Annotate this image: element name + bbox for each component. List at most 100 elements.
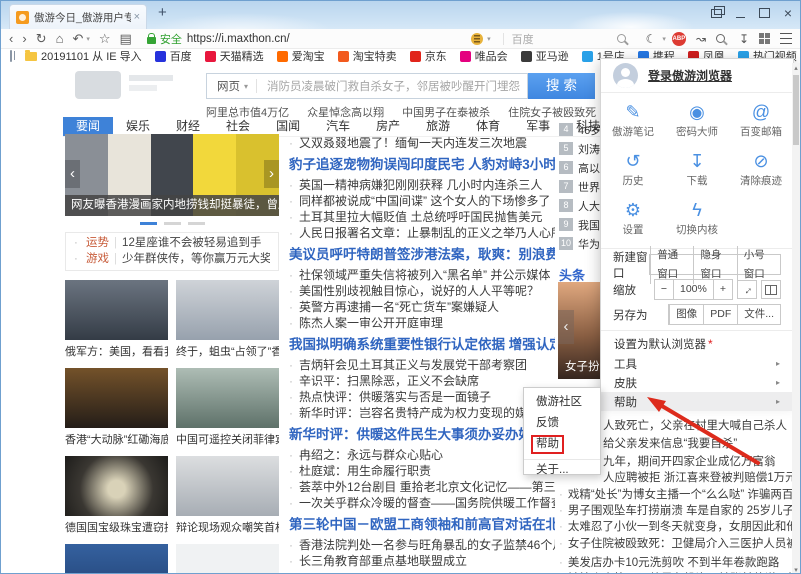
carousel-dot[interactable] (188, 222, 205, 225)
undo-dropdown-icon[interactable]: ▾ (86, 35, 90, 43)
news-line[interactable]: 人应聘被拒 浙江喜来登被判赔偿1万元 (603, 471, 793, 485)
news-line[interactable]: 男子围观坠车打捞崩溃 车是自家的 25岁儿子溺亡 (559, 504, 793, 518)
notice-line[interactable]: 游戏|少年群侠传，等你赢万元大奖！ (74, 252, 270, 268)
headline-link[interactable]: 荟萃中外12台剧目 重拾老北京文化记忆——第三届老舍戏… (289, 479, 555, 495)
photo-card[interactable] (65, 544, 168, 574)
hot-search-link[interactable]: 众星悼念高以翔 (307, 104, 384, 118)
save-as-option-button[interactable]: 文件... (737, 305, 780, 324)
bookmark-item[interactable]: 亚马逊 (521, 49, 569, 63)
news-tab[interactable]: 体育 (463, 117, 513, 136)
maximize-button[interactable] (759, 8, 770, 18)
bookmark-item[interactable]: 百度 (155, 49, 192, 63)
tab-close-icon[interactable]: × (134, 11, 140, 23)
back-icon[interactable]: ‹ (9, 30, 13, 48)
headline-link[interactable]: 热点快评：供暖落实与否是一面镜子 (289, 389, 555, 405)
favorite-star-icon[interactable]: ☆ (99, 30, 111, 48)
carousel-next-icon[interactable]: › (264, 160, 279, 188)
headline-link[interactable]: 土耳其里拉大幅贬值 土总统呼吁国民抛售美元 (289, 209, 555, 225)
search-button[interactable]: 搜索 (528, 73, 595, 99)
headline-link[interactable]: 冉绍之：永远与群众心贴心 (289, 447, 555, 463)
window-option-button[interactable]: 普通窗口 (650, 246, 693, 284)
minimize-button[interactable] (736, 9, 745, 18)
photo-card[interactable]: 德国国宝级珠宝遭窃损失或… (65, 456, 168, 535)
save-as-option-button[interactable]: 图像 (669, 305, 703, 324)
headline-link[interactable]: 辛识平：扫黑除恶，正义不会缺席 (289, 373, 555, 389)
hot-search-link[interactable]: 住院女子被殴致死 (508, 104, 596, 118)
refresh-icon[interactable]: ↻ (36, 30, 47, 48)
bookmark-item[interactable]: 淘宝特卖 (338, 49, 397, 63)
news-line[interactable]: 戏精“处长”为博女主播一个“么么哒” 诈骗两百万 (559, 488, 793, 502)
page-search-box[interactable]: 网页 ▾ 消防员凌晨破门救自杀女子，邻居被吵醒开门埋怨 (206, 73, 528, 99)
headline-link[interactable]: 社保领域严重失信将被列入“黑名单” 并公示媒体 (289, 267, 555, 283)
photo-card[interactable]: 中国可遥控关闭菲律宾电网… (176, 368, 279, 447)
download-icon[interactable]: ↧ (739, 32, 749, 46)
headline-link[interactable]: 同样都被说成“中国间谍” 这个女人的下场惨多了 (289, 193, 555, 209)
headline-link[interactable]: 陈杰人案一审公开开庭审理 (289, 315, 555, 331)
hot-search-link[interactable]: 阿里总市值4万亿 (206, 104, 289, 118)
quick-search-input[interactable]: 百度 (512, 31, 630, 47)
headline-link[interactable]: 一次关乎群众冷暖的督查——国务院供暖工作督查侧记 (289, 495, 555, 511)
menu-row[interactable]: 皮肤 ▸ (601, 373, 793, 392)
photo-card[interactable] (176, 544, 279, 574)
submenu-item[interactable]: 帮助 (524, 435, 600, 456)
search-category-select[interactable]: 网页 (217, 78, 240, 94)
page-scrollbar[interactable]: ▴ ▾ (792, 63, 800, 574)
submenu-item[interactable]: 反馈 (524, 414, 600, 435)
chevron-down-icon[interactable]: ▾ (244, 82, 248, 91)
carousel-caption[interactable]: 网友曝香港漫画家内地捞钱却挺暴徒，曾属… (65, 195, 279, 216)
headline-link[interactable]: 长三角教育部重点基地联盟成立 (289, 553, 555, 569)
apps-grid-icon[interactable] (759, 33, 770, 44)
menu-grid-item[interactable]: ⚙ 设置 (601, 197, 665, 246)
headline-link[interactable]: 美国性别歧视触目惊心，说好的人人平等呢？ (289, 283, 555, 299)
menu-row[interactable]: 帮助 ▸ (601, 392, 793, 411)
headline-link[interactable]: 英警方再逮捕一名“死亡货车”案嫌疑人 (289, 299, 555, 315)
night-mode-icon[interactable]: ☾ (646, 32, 657, 46)
submenu-item[interactable]: 傲游社区 (524, 393, 600, 414)
scroll-up-icon[interactable]: ▴ (792, 64, 800, 72)
photo-card[interactable]: 辩论现场观众嘲笑首相约翰逊… (176, 456, 279, 535)
news-tab[interactable]: 汽车 (313, 117, 363, 136)
menu-grid-item[interactable]: ϟ 切换内核 (665, 197, 729, 246)
photo-prev-icon[interactable]: ‹ (558, 310, 574, 344)
bookmark-item[interactable]: 京东 (410, 49, 447, 63)
headline-link[interactable]: 第三轮中国－欧盟工商领袖和前高官对话在北京… (289, 516, 555, 534)
search-icon[interactable] (617, 34, 626, 43)
window-option-button[interactable]: 隐身窗口 (693, 246, 736, 284)
news-tab[interactable]: 旅游 (413, 117, 463, 136)
address-bar[interactable]: 安全 https://i.maxthon.cn/ (147, 31, 290, 47)
url-text[interactable]: https://i.maxthon.cn/ (187, 33, 290, 45)
scrollbar-thumb[interactable] (793, 75, 799, 145)
news-tab[interactable]: 房产 (363, 117, 413, 136)
maxthon-bee-icon[interactable] (471, 33, 483, 45)
new-tab-button[interactable]: + (158, 4, 167, 21)
reader-mode-icon[interactable]: ▤ (120, 30, 132, 48)
news-line[interactable]: 太难忍了小伙一到冬天就变身，女朋因此和他分手 (559, 520, 793, 534)
menu-grid-item[interactable]: @ 百变邮箱 (729, 99, 793, 148)
news-line[interactable]: 九年，期间开四家企业成亿万富翁 (603, 455, 793, 469)
news-line[interactable]: 美发店办卡10元洗剪吹 不到半年卷款跑路 (559, 556, 793, 570)
adblock-icon[interactable]: ABP (672, 32, 686, 46)
headline-link[interactable]: 新华时评：岂容名贵特产成为权力变现的媒介 (289, 405, 555, 421)
sidebar-toggle-icon[interactable] (10, 50, 12, 62)
news-line[interactable]: 人致死亡，父亲在村里大喊自己杀人 (603, 419, 793, 433)
news-tab[interactable]: 军事 (513, 117, 563, 136)
login-row[interactable]: 登录傲游浏览器 (601, 59, 793, 93)
zoom-out-button[interactable]: − (655, 280, 673, 299)
menu-grid-item[interactable]: ↺ 历史 (601, 148, 665, 197)
menu-grid-item[interactable]: ↧ 下载 (665, 148, 729, 197)
photo-card[interactable]: 香港“大动脉”红磡海底隧… (65, 368, 168, 447)
headline-link[interactable]: 英国一精神病嫌犯刚刚获释 几小时内连杀三人 (289, 177, 555, 193)
bookmark-item[interactable]: 唯品会 (460, 49, 508, 63)
window-option-button[interactable]: 小号窗口 (737, 246, 780, 284)
browser-tab[interactable]: 傲游今日_傲游用户专属的 × (9, 4, 147, 29)
carousel-dot[interactable] (164, 222, 181, 225)
night-mode-dropdown-icon[interactable]: ▾ (662, 35, 666, 43)
boss-key-icon[interactable] (711, 9, 722, 18)
forward-icon[interactable]: › (22, 30, 26, 48)
news-line[interactable]: 给父亲发来信息“我要自杀” (603, 437, 793, 451)
zoom-in-button[interactable]: + (713, 280, 732, 299)
menu-row[interactable]: 工具 ▸ (601, 354, 793, 373)
hot-search-link[interactable]: 中国男子在泰被杀 (402, 104, 490, 118)
menu-grid-item[interactable]: ✎ 傲游笔记 (601, 99, 665, 148)
carousel-dot[interactable] (140, 222, 157, 225)
